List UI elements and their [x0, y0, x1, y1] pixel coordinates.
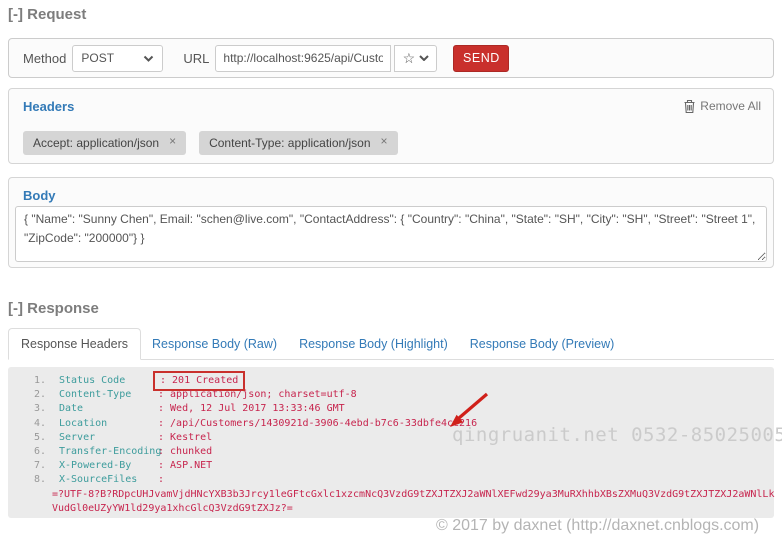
method-select-value: POST — [81, 51, 114, 65]
tab-response-body-highlight[interactable]: Response Body (Highlight) — [288, 329, 459, 359]
row-number: 8. — [34, 473, 59, 487]
header-name: Location — [59, 417, 158, 431]
response-header-row: 8. X-SourceFiles : — [8, 473, 774, 487]
response-header-row: 6. Transfer-Encoding : chunked — [8, 445, 774, 459]
response-tabs: Response Headers Response Body (Raw) Res… — [8, 328, 774, 360]
response-section-toggle[interactable]: [-] Response — [8, 300, 99, 317]
request-toolbar: Method POST URL ☆ SEND — [8, 38, 774, 78]
header-value: : — [158, 473, 774, 487]
header-name: X-SourceFiles — [59, 473, 158, 487]
row-number: 5. — [34, 431, 59, 445]
x-sourcefiles-value-line: =?UTF-8?B?RDpcUHJvamVjdHNcYXB3b3Jrcy1leG… — [8, 488, 774, 502]
header-value: : ASP.NET — [158, 459, 774, 473]
header-name: Content-Type — [59, 388, 158, 402]
url-label: URL — [183, 51, 209, 66]
star-icon: ☆ — [403, 50, 416, 67]
request-body-textarea[interactable]: { "Name": "Sunny Chen", Email: "schen@li… — [15, 206, 767, 262]
rest-client-page: [-] Request Method POST URL ☆ SEND Heade… — [0, 0, 782, 537]
watermark: qingruanit.net 0532-85025005 — [452, 424, 782, 446]
header-name: Server — [59, 431, 158, 445]
method-select[interactable]: POST — [72, 45, 163, 72]
header-chip-label: Accept: application/json — [33, 136, 159, 150]
favorites-button[interactable]: ☆ — [394, 45, 437, 72]
header-name: Status Code — [59, 374, 158, 388]
tab-response-body-raw[interactable]: Response Body (Raw) — [141, 329, 288, 359]
tab-response-body-preview[interactable]: Response Body (Preview) — [459, 329, 626, 359]
chevron-down-icon — [143, 55, 154, 62]
header-chip-accept[interactable]: Accept: application/json × — [23, 131, 186, 155]
response-header-row: 7. X-Powered-By : ASP.NET — [8, 459, 774, 473]
trash-icon — [684, 100, 695, 113]
header-chip-label: Content-Type: application/json — [209, 136, 370, 150]
request-section-toggle[interactable]: [-] Request — [8, 6, 86, 23]
send-button[interactable]: SEND — [453, 45, 509, 72]
headers-panel: Headers Remove All Accept: application/j… — [8, 88, 774, 164]
copyright-footer: © 2017 by daxnet (http://daxnet.cnblogs.… — [436, 517, 759, 535]
header-name: Transfer-Encoding — [59, 445, 158, 459]
body-panel: Body { "Name": "Sunny Chen", Email: "sch… — [8, 177, 774, 268]
headers-panel-title: Headers — [23, 99, 74, 114]
body-panel-title: Body — [23, 188, 56, 203]
header-value: : chunked — [158, 445, 774, 459]
url-input[interactable] — [215, 45, 391, 72]
row-number: 1. — [34, 374, 59, 388]
tab-response-headers[interactable]: Response Headers — [8, 328, 141, 360]
header-chip-content-type[interactable]: Content-Type: application/json × — [199, 131, 397, 155]
remove-all-button[interactable]: Remove All — [684, 99, 761, 113]
close-icon[interactable]: × — [381, 134, 388, 148]
row-number: 6. — [34, 445, 59, 459]
remove-all-label: Remove All — [700, 99, 761, 113]
response-header-row: 2. Content-Type : application/json; char… — [8, 388, 774, 402]
header-name: Date — [59, 402, 158, 416]
response-header-row: 3. Date : Wed, 12 Jul 2017 13:33:46 GMT — [8, 402, 774, 416]
x-sourcefiles-value-line: VudGl0eUZyYW1ld29ya1xhcGlcQ3VzdG9tZXJz?= — [8, 502, 774, 516]
chevron-down-icon — [419, 55, 429, 61]
method-label: Method — [23, 51, 66, 66]
row-number: 7. — [34, 459, 59, 473]
response-header-row: 1. Status Code : 201 Created — [8, 374, 774, 388]
row-number: 4. — [34, 417, 59, 431]
row-number: 2. — [34, 388, 59, 402]
row-number: 3. — [34, 402, 59, 416]
close-icon[interactable]: × — [169, 134, 176, 148]
header-chip-list: Accept: application/json × Content-Type:… — [23, 131, 398, 155]
header-name: X-Powered-By — [59, 459, 158, 473]
